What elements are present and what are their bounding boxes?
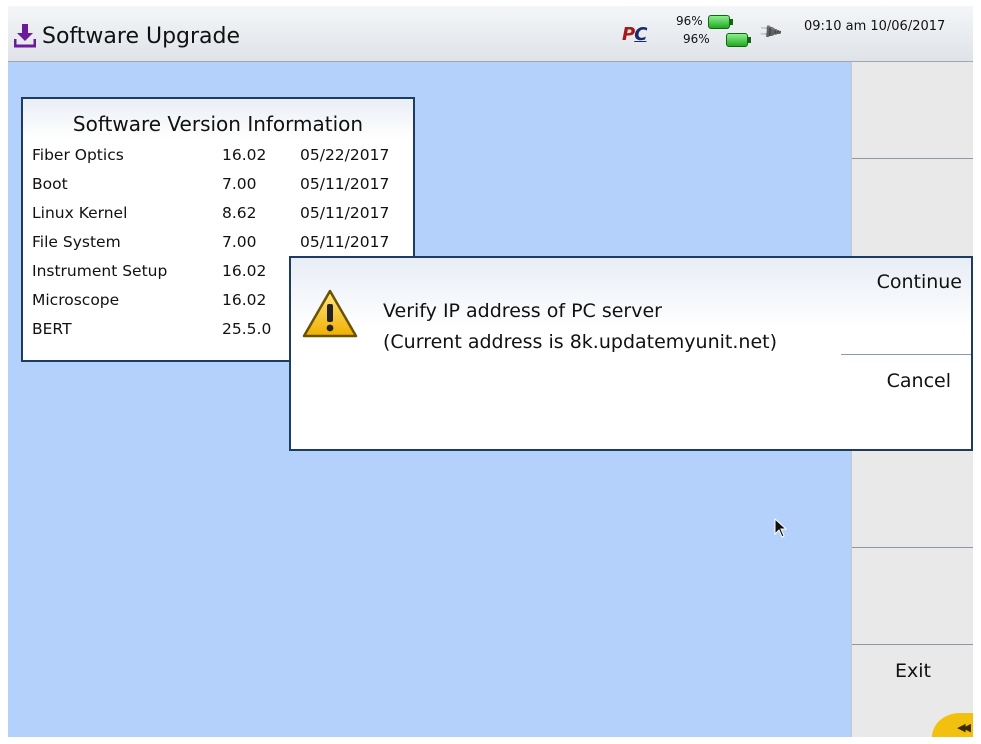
plug-icon: 🔌 [756, 17, 784, 46]
continue-label: Continue [876, 271, 962, 293]
title-bar: Software Upgrade PC 96% 96% 🔌 09:10 am 1… [8, 6, 973, 62]
warning-icon [302, 289, 358, 338]
side-button-5[interactable] [852, 452, 973, 548]
continue-button[interactable]: Continue [841, 258, 971, 355]
page-title: Software Upgrade [42, 24, 241, 49]
side-button-1[interactable] [852, 62, 973, 159]
battery-2-percent: 96% [683, 32, 710, 46]
app-window: Software Upgrade PC 96% 96% 🔌 09:10 am 1… [8, 6, 973, 737]
pc-logo-icon: PC [622, 24, 647, 45]
mouse-pointer-icon [774, 518, 788, 538]
download-icon [14, 24, 36, 48]
dialog-message-line-1: Verify IP address of PC server [383, 300, 662, 322]
battery-icon [726, 33, 751, 47]
dialog-button-column: Continue Cancel [841, 258, 971, 449]
confirm-dialog: Verify IP address of PC server (Current … [289, 256, 973, 451]
dialog-message-line-2: (Current address is 8k.updatemyunit.net) [383, 331, 777, 353]
battery-icon [708, 15, 733, 29]
exit-label: Exit [895, 660, 931, 682]
version-info-title: Software Version Information [72, 112, 364, 136]
cancel-button[interactable]: Cancel [841, 355, 971, 449]
side-button-2[interactable] [852, 159, 973, 257]
battery-1-percent: 96% [676, 14, 703, 28]
cancel-label: Cancel [886, 370, 951, 392]
side-button-6[interactable] [852, 548, 973, 645]
clock: 09:10 am 10/06/2017 [804, 19, 946, 34]
